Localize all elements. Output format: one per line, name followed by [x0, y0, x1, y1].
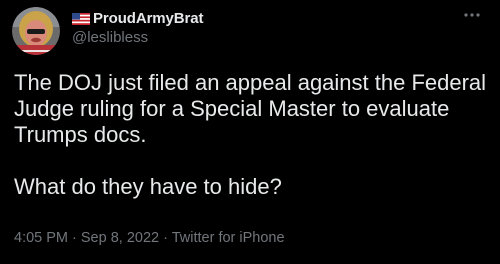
tweet-date[interactable]: Sep 8, 2022 [81, 230, 159, 246]
user-handle[interactable]: @leslibless [72, 29, 203, 46]
tweet-header: ProudArmyBrat @leslibless [72, 8, 203, 46]
meta-separator-1: · [68, 230, 81, 246]
tweet-meta: 4:05 PM · Sep 8, 2022 · Twitter for iPho… [14, 230, 285, 246]
tweet-paragraph-2: What do they have to hide? [14, 174, 282, 199]
meta-separator-2: · [159, 230, 172, 246]
display-name[interactable]: ProudArmyBrat [93, 10, 203, 27]
name-row: ProudArmyBrat [72, 8, 203, 28]
avatar[interactable] [12, 7, 60, 55]
tweet-card: ProudArmyBrat @leslibless The DOJ just f… [0, 0, 500, 264]
tweet-time[interactable]: 4:05 PM [14, 230, 68, 246]
tweet-source[interactable]: Twitter for iPhone [172, 230, 285, 246]
tweet-text: The DOJ just filed an appeal against the… [14, 70, 494, 200]
us-flag-icon [72, 12, 90, 25]
more-options-icon[interactable] [460, 8, 484, 22]
tweet-paragraph-1: The DOJ just filed an appeal against the… [14, 70, 487, 147]
